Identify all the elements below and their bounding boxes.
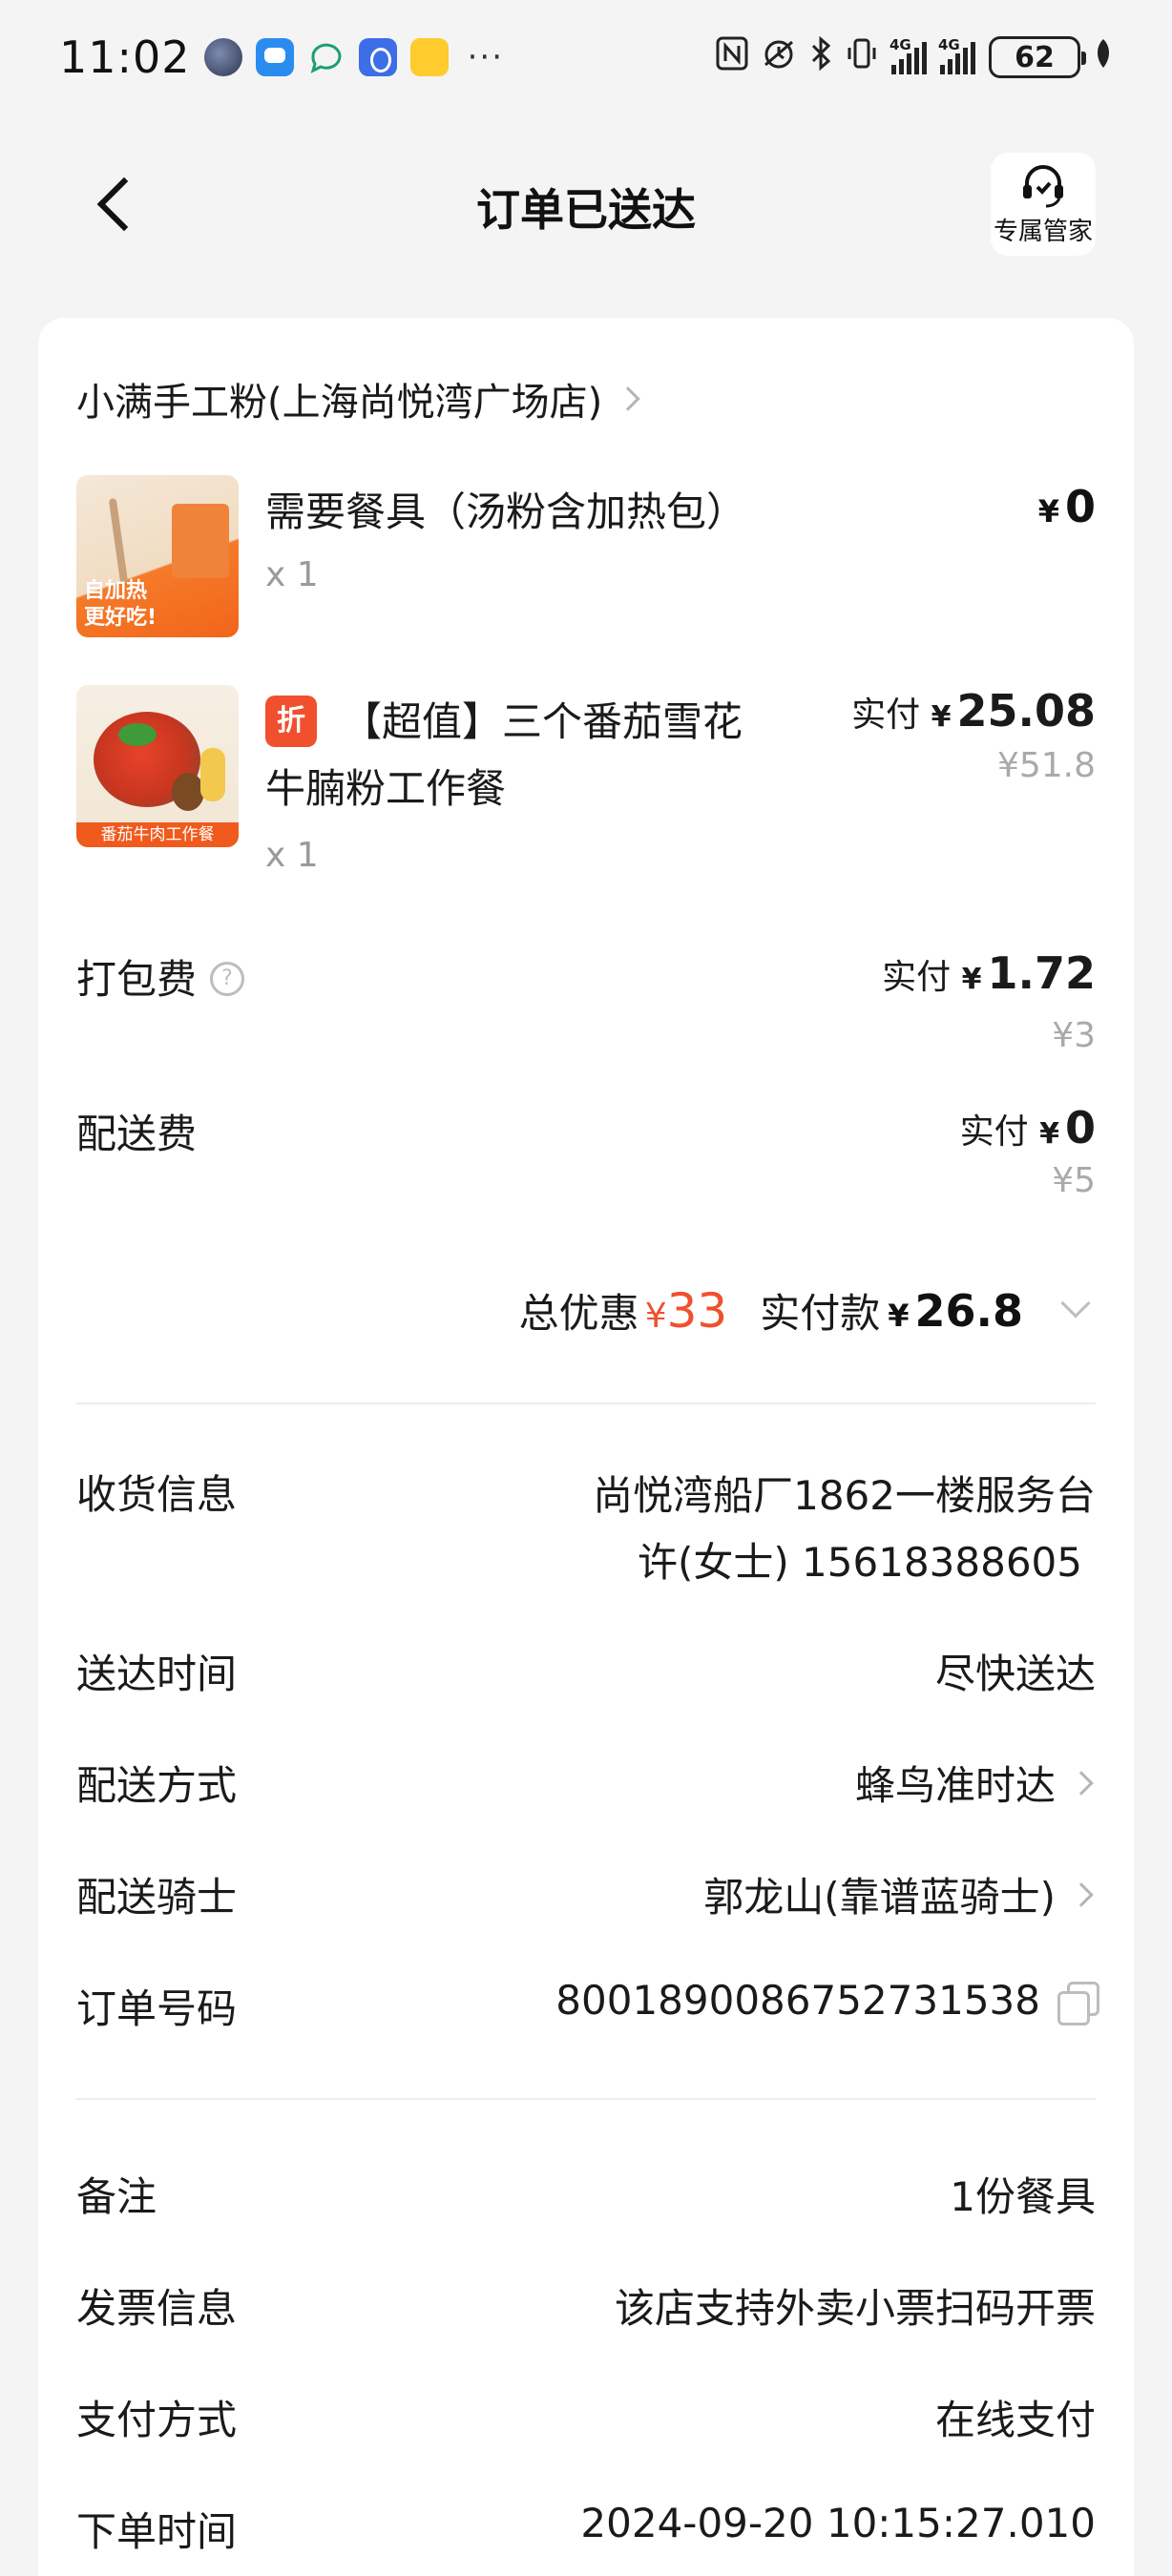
- remark-value: 1份餐具: [950, 2173, 1096, 2220]
- payment-method-row: 支付方式 在线支付: [76, 2388, 1096, 2445]
- address-row: 收货信息 尚悦湾船厂1862一楼服务台 许(女士) 15618388605: [76, 1463, 1096, 1606]
- packing-fee-price: 实付 ¥1.72 ¥3: [882, 947, 1096, 1055]
- payment-method-value: 在线支付: [934, 2397, 1096, 2443]
- delivery-fee-label: 配送费: [76, 1111, 198, 1157]
- question-circle-icon[interactable]: ?: [210, 961, 245, 996]
- contact-line: 许(女士) 15618388605: [637, 1539, 1082, 1586]
- shop-name: 小满手工粉(上海尚悦湾广场店): [76, 381, 603, 425]
- signal-icon-2: 4G: [938, 36, 975, 74]
- browser-app-icon: [358, 38, 397, 76]
- notification-icons: ···: [203, 38, 505, 76]
- item-quantity: x 1: [265, 836, 319, 875]
- item-image-tag: 自加热 更好吃!: [84, 579, 157, 630]
- delivery-time-value: 尽快送达: [934, 1651, 1096, 1697]
- divider: [76, 2098, 1096, 2100]
- remark-row: 备注 1份餐具: [76, 2165, 1096, 2222]
- more-notifications-icon: ···: [467, 38, 505, 76]
- delivery-fee-row: 配送费 实付 ¥0 ¥5: [76, 1102, 1096, 1207]
- butler-label: 专属管家: [993, 217, 1093, 246]
- status-bar: 11:02 ··· 4G 4G 62: [0, 0, 1172, 114]
- item-name: 需要餐具（汤粉含加热包）: [265, 488, 747, 535]
- chevron-right-icon: [616, 386, 640, 411]
- message-app-icon: [255, 38, 294, 76]
- delivery-method-value: 蜂鸟准时达: [855, 1754, 1096, 1812]
- bluetooth-icon: [809, 35, 832, 79]
- signal-icon-1: 4G: [889, 36, 927, 74]
- order-number-label: 订单号码: [76, 1985, 238, 2032]
- packing-fee-row: 打包费? 实付 ¥1.72 ¥3: [76, 947, 1096, 1055]
- order-number-row: 订单号码 8001890086752731538: [76, 1977, 1099, 2034]
- item-name: 折【超值】三个番茄雪花 牛腩粉工作餐: [265, 689, 743, 822]
- chevron-down-icon[interactable]: [1060, 1287, 1091, 1319]
- order-card: 小满手工粉(上海尚悦湾广场店) 自加热 更好吃! 需要餐具（汤粉含加热包） x …: [38, 318, 1134, 2576]
- item-original-price: ¥51.8: [996, 746, 1096, 785]
- order-total-row[interactable]: 总优惠 ¥33 实付款 ¥26.8: [519, 1281, 1096, 1340]
- avatar-app-icon: [203, 38, 242, 76]
- chevron-right-icon: [1069, 1770, 1094, 1796]
- rider-value: 郭龙山(靠谱蓝骑士): [703, 1865, 1096, 1923]
- order-time-row: 下单时间 2024-09-20 10:15:27.010: [76, 2500, 1096, 2557]
- status-time: 11:02: [59, 31, 191, 83]
- battery-icon: 62: [989, 36, 1086, 78]
- address-line: 尚悦湾船厂1862一楼服务台: [593, 1472, 1096, 1519]
- chat-app-icon: [307, 38, 345, 76]
- order-number-value: 8001890086752731538: [555, 1977, 1099, 2025]
- address-label: 收货信息: [76, 1471, 238, 1518]
- eco-leaf-icon: [1094, 37, 1113, 78]
- order-time-label: 下单时间: [76, 2508, 238, 2555]
- order-item-tableware[interactable]: 自加热 更好吃! 需要餐具（汤粉含加热包） x 1 ¥0: [76, 475, 1096, 642]
- butler-button[interactable]: 专属管家: [991, 153, 1096, 256]
- item-image-tableware: 自加热 更好吃!: [76, 475, 239, 637]
- address-value: 尚悦湾船厂1862一楼服务台 许(女士) 15618388605: [593, 1463, 1096, 1596]
- chevron-right-icon: [1069, 1881, 1094, 1907]
- total-paid-value: ¥26.8: [888, 1284, 1023, 1337]
- item-price: ¥0: [1037, 481, 1096, 532]
- invoice-row: 发票信息 该店支持外卖小票扫码开票: [76, 2276, 1096, 2334]
- copy-icon[interactable]: [1057, 1981, 1099, 2025]
- delivery-method-row[interactable]: 配送方式 蜂鸟准时达: [76, 1754, 1096, 1811]
- item-paid-price: 实付 ¥25.08: [851, 685, 1096, 737]
- order-time-value: 2024-09-20 10:15:27.010: [580, 2500, 1096, 2546]
- total-paid-label: 实付款: [760, 1290, 881, 1337]
- delivery-time-label: 送达时间: [76, 1651, 238, 1697]
- order-item-noodle-meal[interactable]: 番茄牛肉工作餐 折【超值】三个番茄雪花 牛腩粉工作餐 x 1 实付 ¥25.08…: [76, 685, 1096, 885]
- nav-bar: 订单已送达 专属管家: [0, 134, 1172, 277]
- packing-fee-label: 打包费?: [76, 947, 245, 1006]
- packing-fee-original: ¥3: [1052, 1016, 1096, 1055]
- delivery-time-row: 送达时间 尽快送达: [76, 1642, 1096, 1699]
- invoice-label: 发票信息: [76, 2285, 238, 2332]
- total-discount-label: 总优惠: [518, 1290, 639, 1337]
- shop-link[interactable]: 小满手工粉(上海尚悦湾广场店): [76, 371, 640, 426]
- alarm-icon: [762, 36, 796, 79]
- divider: [76, 1402, 1096, 1404]
- duck-app-icon: [409, 38, 449, 76]
- rider-label: 配送骑士: [76, 1874, 238, 1921]
- delivery-fee-price: 实付 ¥0 ¥5: [959, 1102, 1096, 1200]
- payment-method-label: 支付方式: [76, 2397, 238, 2443]
- vibrate-icon: [846, 36, 878, 79]
- delivery-method-label: 配送方式: [76, 1762, 238, 1809]
- system-icons: 4G 4G 62: [716, 35, 1113, 79]
- rider-row[interactable]: 配送骑士 郭龙山(靠谱蓝骑士): [76, 1865, 1096, 1922]
- item-image-noodle-meal: 番茄牛肉工作餐: [76, 685, 239, 847]
- invoice-value: 该店支持外卖小票扫码开票: [614, 2285, 1096, 2332]
- headset-icon: [1017, 162, 1069, 210]
- delivery-fee-original: ¥5: [1052, 1161, 1096, 1200]
- nfc-icon: [716, 36, 748, 79]
- remark-label: 备注: [76, 2173, 157, 2220]
- item-image-tag: 番茄牛肉工作餐: [76, 822, 239, 847]
- item-quantity: x 1: [265, 555, 319, 594]
- discount-badge: 折: [265, 695, 317, 747]
- item-price-block: 实付 ¥25.08 ¥51.8: [851, 685, 1096, 785]
- total-discount-value: ¥33: [644, 1282, 728, 1339]
